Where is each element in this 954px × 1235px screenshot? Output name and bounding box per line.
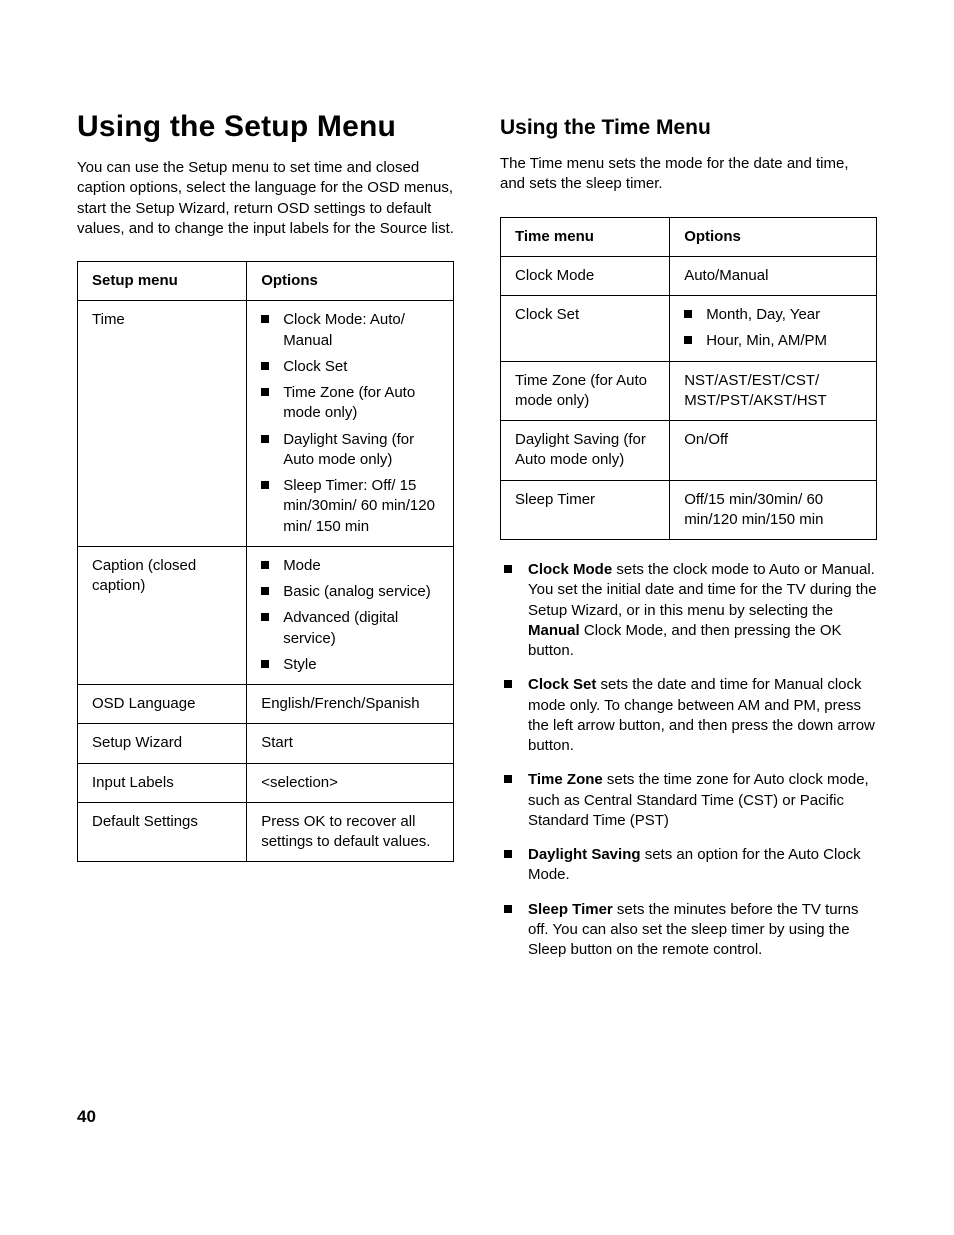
cell-options: Off/15 min/30min/ 60 min/120 min/150 min: [670, 480, 877, 540]
col-time-menu: Time menu: [501, 217, 670, 256]
table-row: Time Zone (for Auto mode only) NST/AST/E…: [501, 361, 877, 421]
cell-label: Default Settings: [78, 802, 247, 862]
table-row: Input Labels <selection>: [78, 763, 454, 802]
table-header-row: Time menu Options: [501, 217, 877, 256]
term: Sleep Timer: [528, 901, 613, 918]
term: Manual: [528, 622, 580, 639]
cell-label: Input Labels: [78, 763, 247, 802]
time-intro: The Time menu sets the mode for the date…: [500, 154, 877, 195]
setup-intro: You can use the Setup menu to set time a…: [77, 158, 454, 239]
desc-daylight-saving: Daylight Saving sets an option for the A…: [500, 845, 877, 886]
left-column: Using the Setup Menu You can use the Set…: [77, 110, 454, 974]
list-item: Basic (analog service): [261, 582, 441, 602]
cell-label: Time Zone (for Auto mode only): [501, 361, 670, 421]
cell-options: Clock Mode: Auto/ Manual Clock Set Time …: [247, 301, 454, 547]
cell-options: NST/AST/EST/CST/ MST/PST/AKST/HST: [670, 361, 877, 421]
desc-sleep-timer: Sleep Timer sets the minutes before the …: [500, 900, 877, 961]
list-item: Month, Day, Year: [684, 305, 864, 325]
table-row: Setup Wizard Start: [78, 724, 454, 763]
desc-time-zone: Time Zone sets the time zone for Auto cl…: [500, 770, 877, 831]
cell-label: Daylight Saving (for Auto mode only): [501, 421, 670, 481]
cell-label: OSD Language: [78, 685, 247, 724]
cell-label: Setup Wizard: [78, 724, 247, 763]
table-row: Clock Mode Auto/Manual: [501, 256, 877, 295]
col-setup-menu: Setup menu: [78, 262, 247, 301]
cell-label: Caption (closed caption): [78, 546, 247, 684]
table-row: Default Settings Press OK to recover all…: [78, 802, 454, 862]
desc-clock-mode: Clock Mode sets the clock mode to Auto o…: [500, 560, 877, 661]
list-item: Mode: [261, 556, 441, 576]
list-item: Advanced (digital service): [261, 608, 441, 649]
list-item: Clock Mode: Auto/ Manual: [261, 310, 441, 351]
cell-options: Start: [247, 724, 454, 763]
list-item: Hour, Min, AM/PM: [684, 331, 864, 351]
manual-page: Using the Setup Menu You can use the Set…: [0, 0, 954, 1235]
term: Clock Set: [528, 676, 596, 693]
cell-label: Time: [78, 301, 247, 547]
table-row: Sleep Timer Off/15 min/30min/ 60 min/120…: [501, 480, 877, 540]
col-options: Options: [670, 217, 877, 256]
options-list: Clock Mode: Auto/ Manual Clock Set Time …: [261, 310, 441, 537]
setup-heading: Using the Setup Menu: [77, 110, 454, 144]
term: Clock Mode: [528, 561, 612, 578]
table-header-row: Setup menu Options: [78, 262, 454, 301]
cell-label: Sleep Timer: [501, 480, 670, 540]
cell-options: Auto/Manual: [670, 256, 877, 295]
cell-label: Clock Set: [501, 296, 670, 362]
time-heading: Using the Time Menu: [500, 116, 877, 140]
options-list: Mode Basic (analog service) Advanced (di…: [261, 556, 441, 675]
table-row: Time Clock Mode: Auto/ Manual Clock Set …: [78, 301, 454, 547]
list-item: Clock Set: [261, 357, 441, 377]
time-menu-table: Time menu Options Clock Mode Auto/Manual…: [500, 217, 877, 541]
list-item: Sleep Timer: Off/ 15 min/30min/ 60 min/1…: [261, 476, 441, 537]
cell-label: Clock Mode: [501, 256, 670, 295]
term: Time Zone: [528, 771, 603, 788]
cell-options: English/French/Spanish: [247, 685, 454, 724]
table-row: Caption (closed caption) Mode Basic (ana…: [78, 546, 454, 684]
desc-clock-set: Clock Set sets the date and time for Man…: [500, 675, 877, 756]
cell-options: <selection>: [247, 763, 454, 802]
table-row: OSD Language English/French/Spanish: [78, 685, 454, 724]
cell-options: Mode Basic (analog service) Advanced (di…: [247, 546, 454, 684]
cell-options: Month, Day, Year Hour, Min, AM/PM: [670, 296, 877, 362]
col-options: Options: [247, 262, 454, 301]
table-row: Clock Set Month, Day, Year Hour, Min, AM…: [501, 296, 877, 362]
options-list: Month, Day, Year Hour, Min, AM/PM: [684, 305, 864, 352]
list-item: Daylight Saving (for Auto mode only): [261, 430, 441, 471]
term: Daylight Saving: [528, 846, 641, 863]
list-item: Style: [261, 655, 441, 675]
two-column-layout: Using the Setup Menu You can use the Set…: [77, 110, 877, 974]
cell-options: On/Off: [670, 421, 877, 481]
list-item: Time Zone (for Auto mode only): [261, 383, 441, 424]
table-row: Daylight Saving (for Auto mode only) On/…: [501, 421, 877, 481]
cell-options: Press OK to recover all settings to defa…: [247, 802, 454, 862]
right-column: Using the Time Menu The Time menu sets t…: [500, 110, 877, 974]
page-number: 40: [77, 1107, 96, 1127]
setup-menu-table: Setup menu Options Time Clock Mode: Auto…: [77, 261, 454, 862]
time-descriptions: Clock Mode sets the clock mode to Auto o…: [500, 560, 877, 960]
